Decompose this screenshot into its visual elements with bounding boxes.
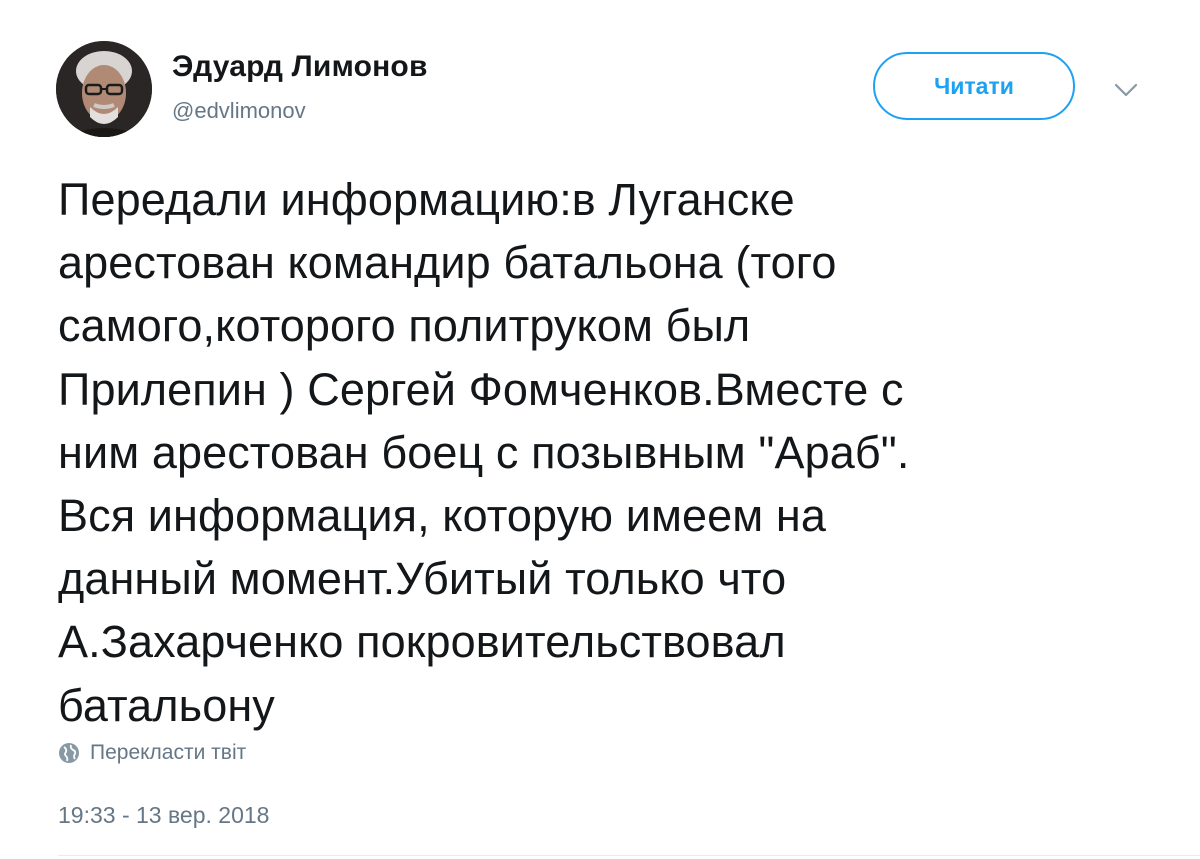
tweet-text: Передали информацию:в Луганске арестован… <box>58 174 910 731</box>
author-display-name[interactable]: Эдуард Лимонов <box>172 50 428 84</box>
translate-tweet-link[interactable]: Перекласти твіт <box>58 741 246 765</box>
tweet-timestamp[interactable]: 19:33 - 13 вер. 2018 <box>58 802 269 829</box>
author-handle[interactable]: @edvlimonov <box>172 98 306 124</box>
tweet-card: Эдуард Лимонов @edvlimonov Читати Переда… <box>0 0 1200 859</box>
globe-icon <box>59 743 79 763</box>
chevron-down-icon[interactable] <box>1112 80 1140 100</box>
user-photo-avatar-icon <box>56 41 152 137</box>
avatar[interactable] <box>56 41 152 137</box>
translate-tweet-label: Перекласти твіт <box>90 741 247 764</box>
divider <box>58 855 1200 856</box>
follow-button[interactable]: Читати <box>873 52 1075 120</box>
